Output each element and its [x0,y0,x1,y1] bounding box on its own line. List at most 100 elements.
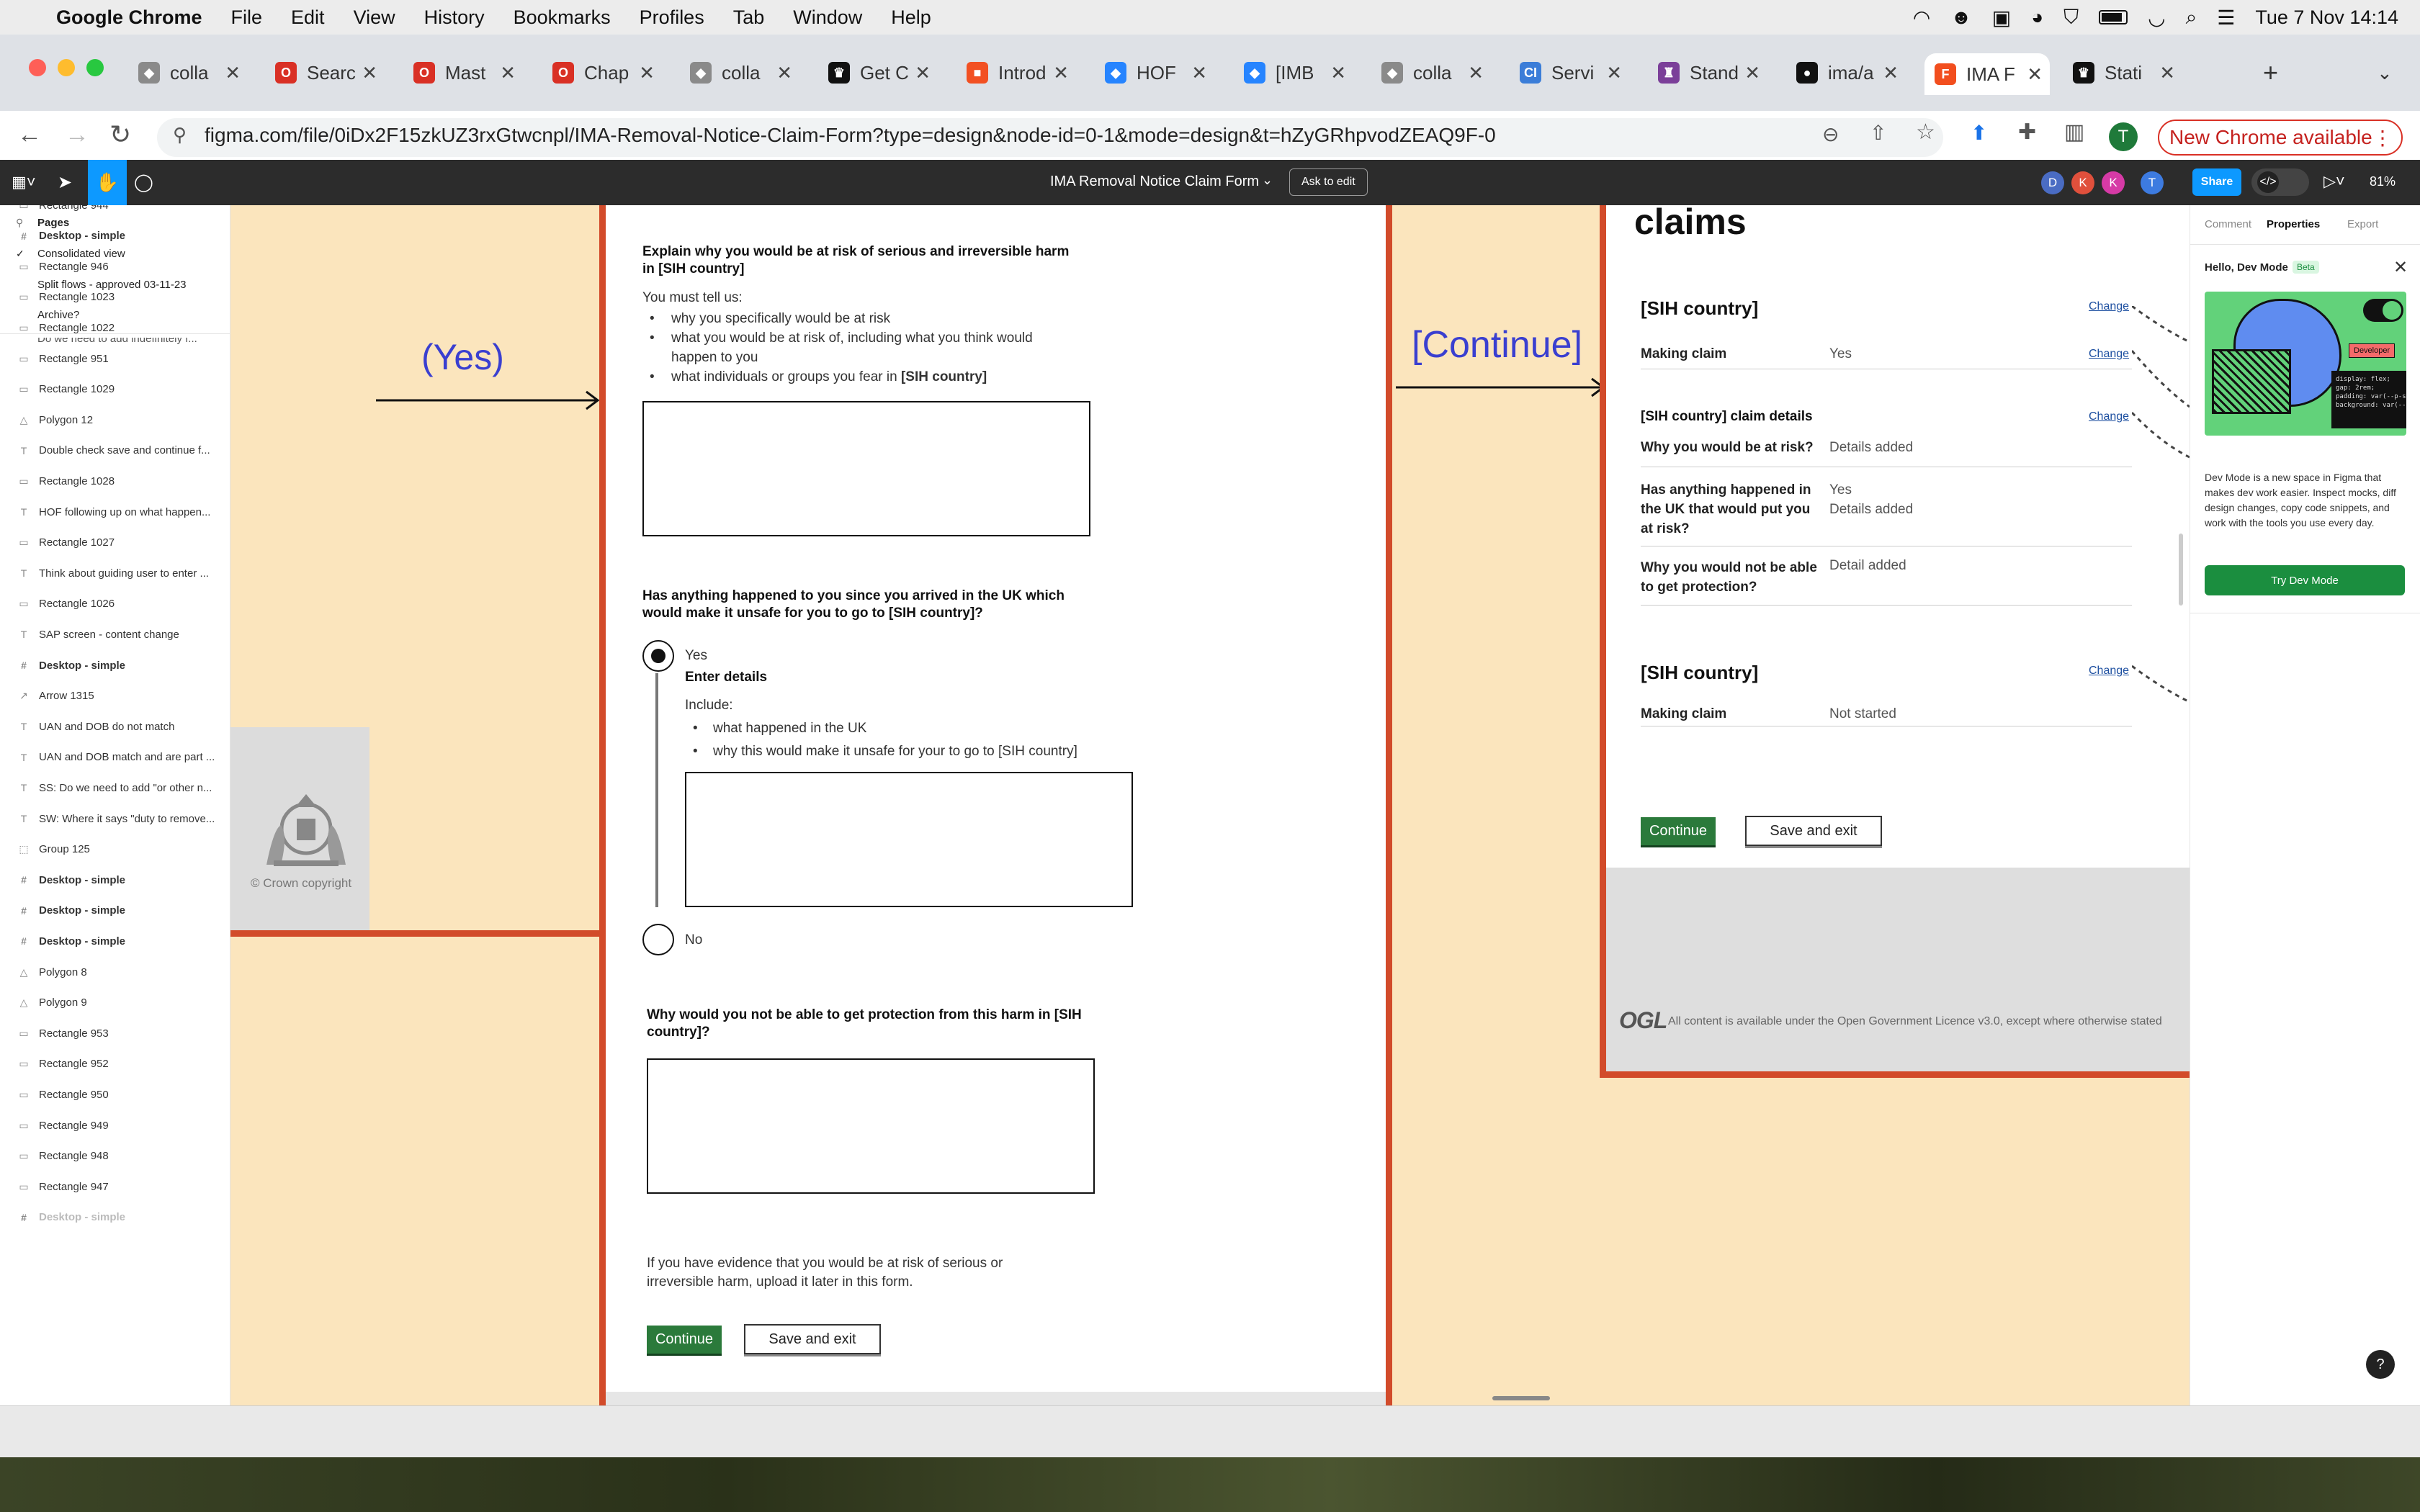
menu-edit[interactable]: Edit [291,6,325,29]
tab-close-icon[interactable]: ✕ [639,62,655,84]
continue-button[interactable]: Continue [647,1326,722,1356]
layer-row[interactable]: # Desktop - simple [16,229,125,243]
tab-close-icon[interactable]: ✕ [500,62,516,84]
layer-row[interactable]: ▭ Rectangle 947 [16,1179,108,1194]
canvas-scroll-handle[interactable] [1492,1396,1550,1400]
comment-tool-icon[interactable]: ◯ [134,172,153,193]
menu-file[interactable]: File [231,6,263,29]
summary-save-and-exit-button[interactable]: Save and exit [1745,816,1882,846]
file-title-chevron-icon[interactable]: ⌄ [1262,173,1273,188]
page-item-archive[interactable]: Archive? [37,309,79,321]
layer-row[interactable]: ▭ Rectangle 1027 [16,536,115,550]
yes-branch-label[interactable]: (Yes) [421,336,504,378]
wifi-icon[interactable]: ◡ [2148,6,2165,30]
layer-row[interactable]: T Think about guiding user to enter ... [16,566,209,580]
layer-row[interactable]: # Desktop - simple [16,904,125,918]
tab-export[interactable]: Export [2347,218,2378,230]
layer-row[interactable]: T HOF following up on what happen... [16,505,211,519]
search-icon[interactable]: ⌕ [2186,6,2197,30]
tab-comment[interactable]: Comment [2205,218,2251,230]
minimize-window-button[interactable] [58,59,75,76]
change-link[interactable]: Change [2089,348,2129,361]
browser-tab[interactable]: ● ima/a ✕ [1786,55,1901,91]
radio-yes-label[interactable]: Yes [685,648,707,664]
tab-close-icon[interactable]: ✕ [2159,62,2175,84]
layer-row[interactable]: ▭ Rectangle 952 [16,1057,108,1071]
ask-to-edit-button[interactable]: Ask to edit [1289,168,1368,196]
tab-close-icon[interactable]: ✕ [915,62,931,84]
change-link[interactable]: Change [2089,410,2129,423]
tab-close-icon[interactable]: ✕ [1330,62,1346,84]
layer-row[interactable]: ▭ Rectangle 1029 [16,382,115,397]
tab-active[interactable]: F IMA F ✕ [1924,53,2050,95]
profile-avatar[interactable]: T [2109,122,2138,151]
file-title[interactable]: IMA Removal Notice Claim Form [1050,174,1259,190]
figure-icon[interactable]: ☻ [1950,6,1971,29]
layer-row[interactable]: △ Polygon 8 [16,965,87,979]
share-button[interactable]: Share [2192,168,2241,196]
radio-yes[interactable] [642,640,674,672]
layer-row[interactable]: T UAN and DOB match and are part ... [16,750,215,765]
menu-bookmarks[interactable]: Bookmarks [514,6,611,29]
save-and-exit-button[interactable]: Save and exit [744,1324,881,1354]
browser-tab[interactable]: ◆ HOF ✕ [1095,55,1210,91]
tab-close-icon[interactable]: ✕ [1744,62,1760,84]
battery-icon[interactable] [2099,10,2128,24]
tab-properties[interactable]: Properties [2267,218,2320,230]
layer-row[interactable]: ▭ Rectangle 1023 [16,290,115,305]
change-link[interactable]: Change [2089,300,2129,313]
browser-tab[interactable]: ◆ colla ✕ [680,55,795,91]
menu-tab[interactable]: Tab [733,6,765,29]
menu-profiles[interactable]: Profiles [640,6,704,29]
figma-canvas[interactable]: © Crown copyright (Yes) Explain why you … [230,205,2190,1405]
layer-row[interactable]: ▭ Rectangle 946 [16,259,108,274]
speed-icon[interactable]: ◕ [2031,6,2043,29]
close-window-button[interactable] [29,59,46,76]
side-panel-icon[interactable]: ▥ [2064,120,2084,145]
continue-branch-label[interactable]: [Continue] [1412,323,1582,366]
layer-row[interactable]: T SW: Where it says "duty to remove... [16,811,215,826]
move-tool-icon[interactable]: ➤ [58,172,72,193]
menu-help[interactable]: Help [891,6,931,29]
back-icon[interactable]: ← [17,121,42,149]
site-info-icon[interactable]: ⚲ [173,124,187,146]
layer-row[interactable]: △ Polygon 9 [16,996,87,1010]
layer-row[interactable]: T SS: Do we need to add "or other n... [16,780,212,795]
layer-row[interactable]: T SAP screen - content change [16,627,179,642]
layer-row[interactable]: ▭ Rectangle 944 [16,205,108,212]
pages-search-icon[interactable]: ⚲ [16,217,23,229]
layer-row[interactable]: ▭ Rectangle 948 [16,1149,108,1164]
zoom-window-button[interactable] [86,59,104,76]
figma-menu-icon[interactable]: ▦˅ [12,173,36,192]
tab-close-icon[interactable]: ✕ [2027,63,2043,86]
layer-row[interactable]: ▭ Rectangle 950 [16,1087,108,1102]
layer-row[interactable]: ▭ Rectangle 1022 [16,320,115,335]
layer-row[interactable]: # Desktop - simple [16,873,125,887]
avatar[interactable]: K [2071,171,2094,194]
scanner-icon[interactable]: ▣ [1992,6,2011,30]
page-item-consolidated[interactable]: Consolidated view [37,248,125,260]
zoom-level[interactable]: 81% [2370,174,2396,189]
tab-close-icon[interactable]: ✕ [362,62,377,84]
layer-row[interactable]: ▭ Rectangle 949 [16,1118,108,1133]
extensions-puzzle-icon[interactable]: ✚ [2018,120,2036,145]
layer-row[interactable]: ▭ Rectangle 951 [16,351,108,366]
tab-close-icon[interactable]: ✕ [1191,62,1207,84]
layer-row[interactable]: # Desktop - simple [16,1210,125,1225]
dev-mode-toggle[interactable]: </> [2251,168,2309,196]
browser-tab[interactable]: ◆ colla ✕ [128,55,243,91]
clock-text[interactable]: Tue 7 Nov 14:14 [2255,6,2398,29]
browser-tab[interactable]: O Chap ✕ [542,55,658,91]
close-icon[interactable]: ✕ [2393,257,2408,278]
summary-continue-button[interactable]: Continue [1641,817,1716,847]
chrome-update-button[interactable]: New Chrome available ⋮ [2158,120,2403,156]
reload-icon[interactable]: ↻ [109,120,131,150]
layer-row[interactable]: △ Polygon 12 [16,413,93,427]
browser-tab[interactable]: ■ Introd ✕ [956,55,1072,91]
browser-tab[interactable]: ♛ Stati ✕ [2063,55,2178,91]
layer-row[interactable]: ▭ Rectangle 953 [16,1026,108,1040]
avatar[interactable]: K [2102,171,2125,194]
hand-tool-icon[interactable]: ✋ [88,160,127,205]
layer-row[interactable]: ▭ Rectangle 1026 [16,597,115,611]
layer-row[interactable]: # Desktop - simple [16,934,125,948]
